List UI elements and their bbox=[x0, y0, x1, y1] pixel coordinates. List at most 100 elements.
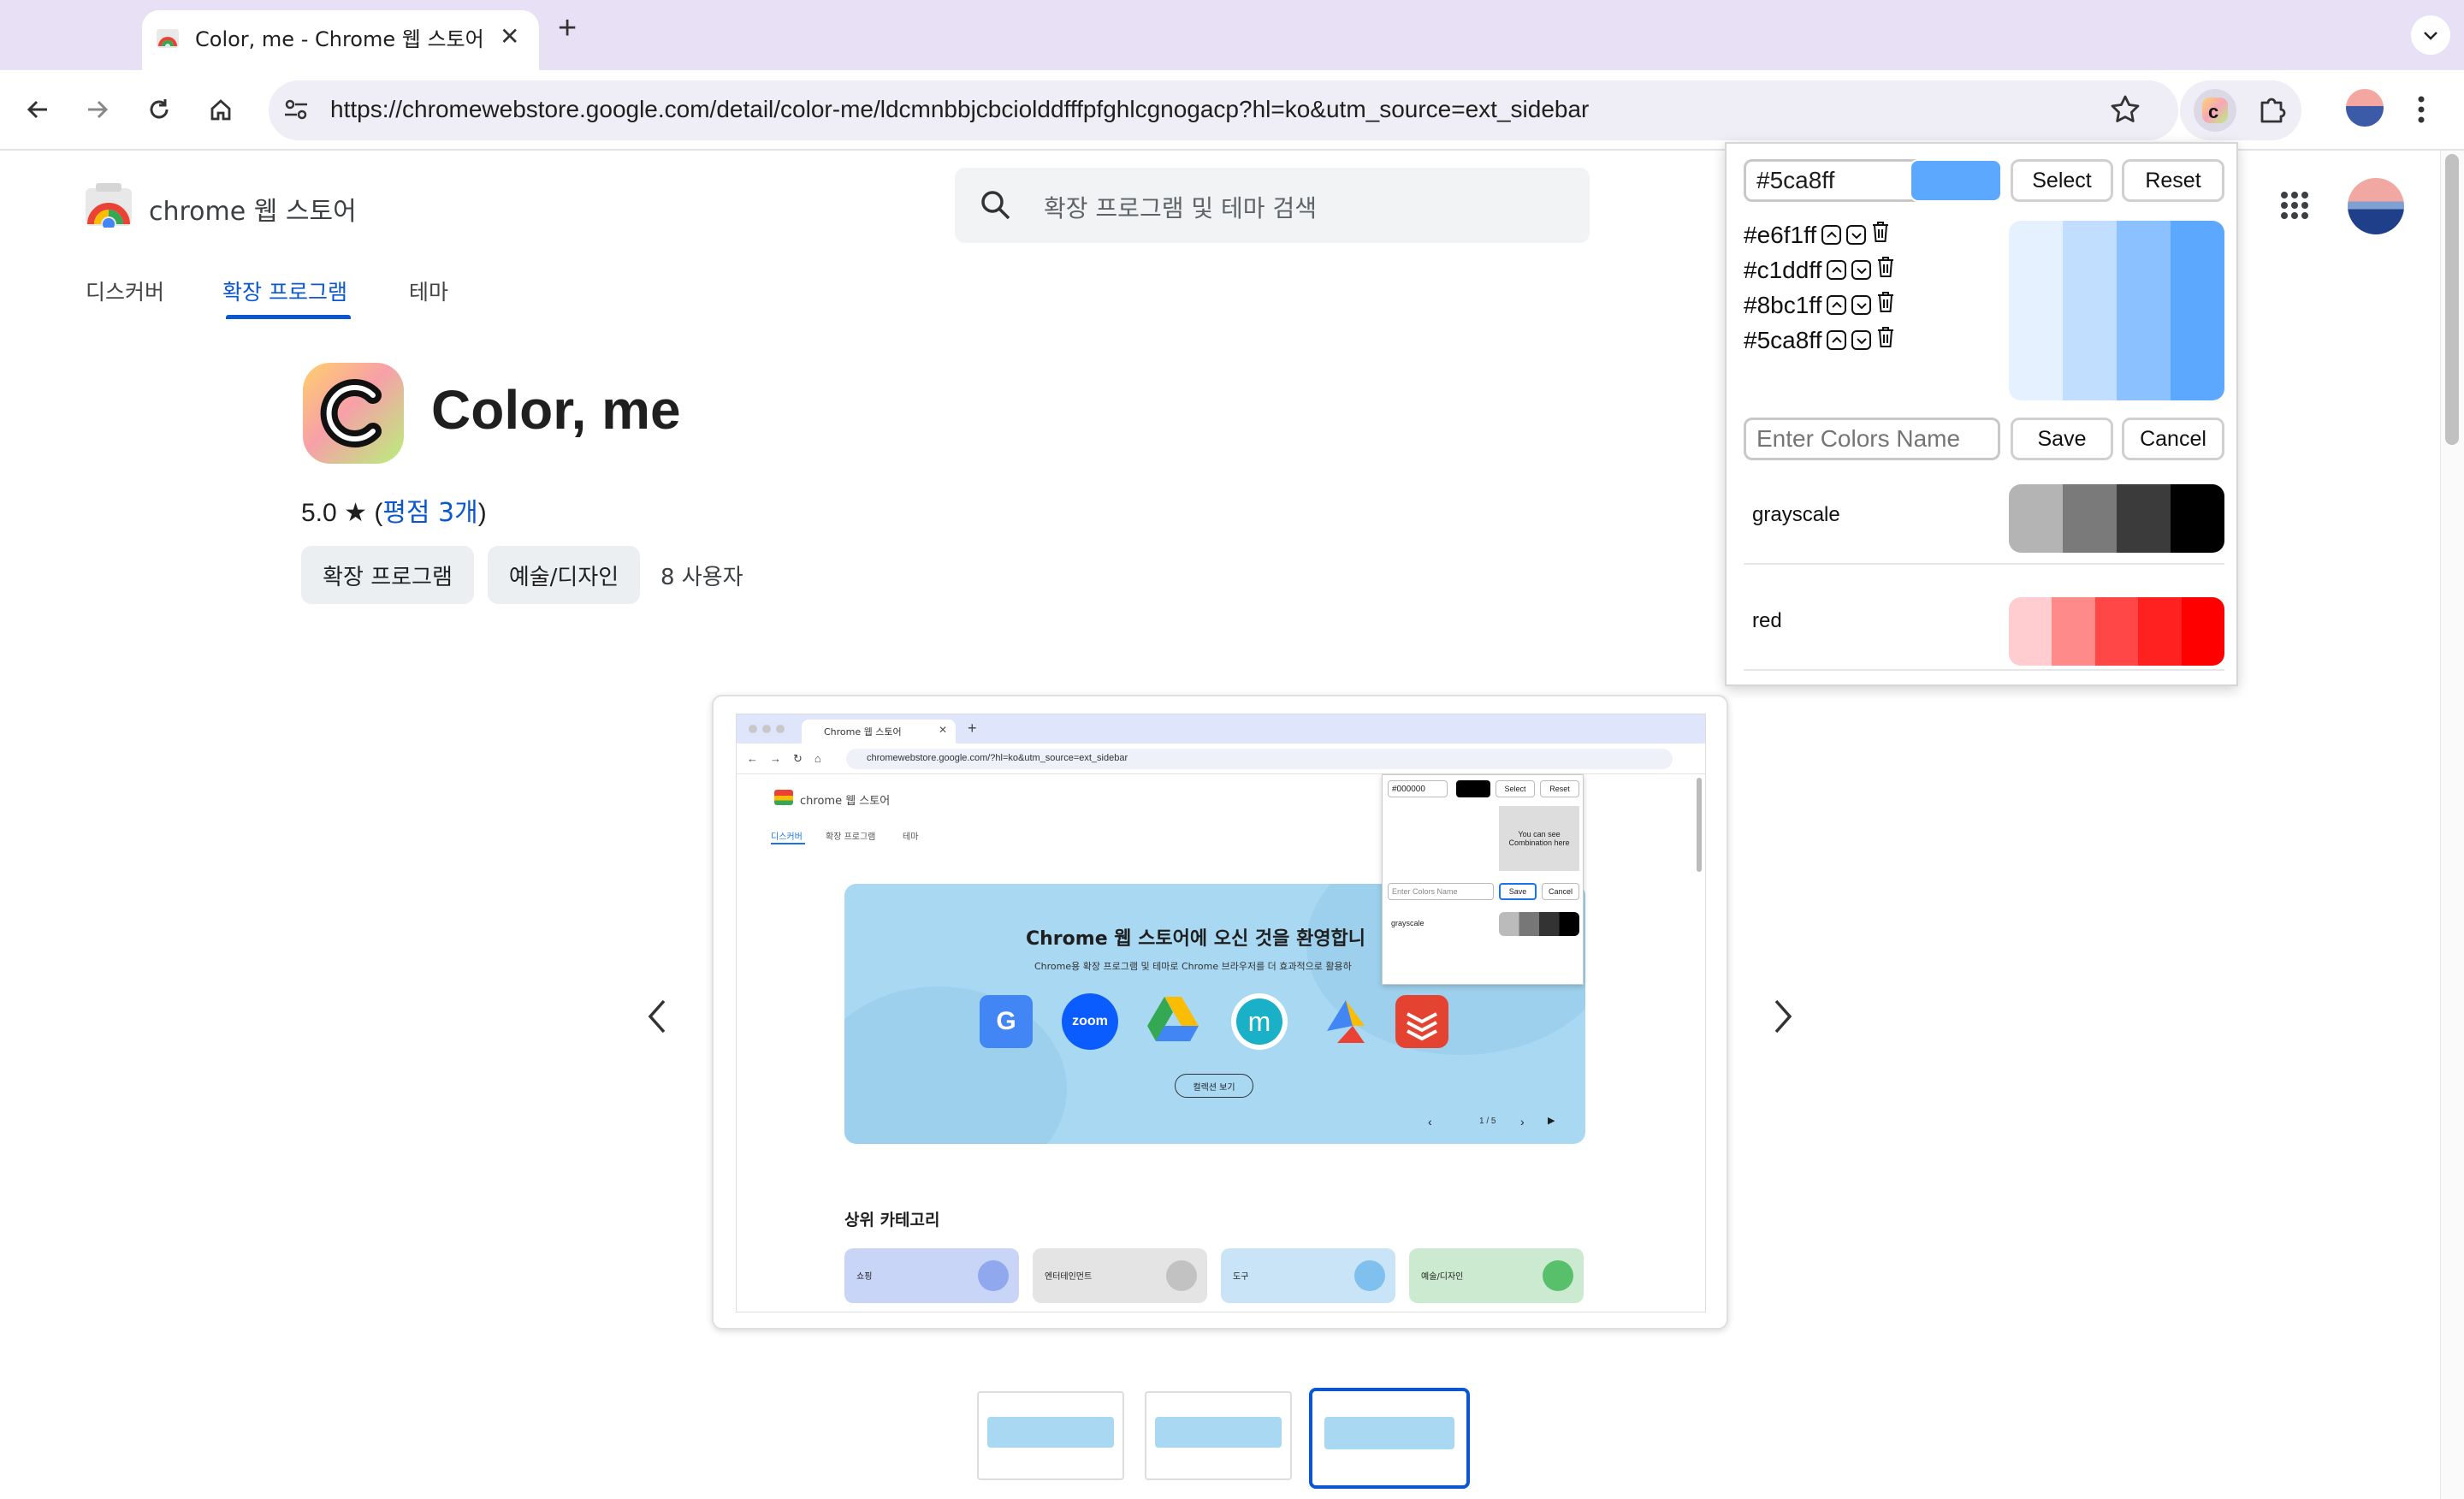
store-search-bar[interactable]: 확장 프로그램 및 테마 검색 bbox=[955, 168, 1590, 243]
select-button[interactable]: Select bbox=[2011, 159, 2113, 202]
color-swatch bbox=[2171, 484, 2224, 553]
cancel-button[interactable]: Cancel bbox=[2122, 418, 2224, 460]
palette-name-placeholder: Enter Colors Name bbox=[1756, 425, 1961, 452]
color-hex: #5ca8ff bbox=[1744, 326, 1822, 353]
browser-menu-icon[interactable] bbox=[2414, 92, 2428, 131]
home-icon[interactable] bbox=[195, 84, 246, 135]
move-down-icon[interactable] bbox=[1851, 330, 1872, 350]
nav-themes[interactable]: 테마 bbox=[409, 276, 448, 306]
color-hex: #e6f1ff bbox=[1744, 221, 1817, 248]
shot-hero-subtitle: Chrome용 확장 프로그램 및 테마로 Chrome 브라우저를 더 효과적… bbox=[1034, 961, 1352, 972]
carousel-prev-icon[interactable] bbox=[643, 998, 672, 1040]
color-picker-swatch[interactable] bbox=[1910, 159, 2002, 202]
shot-app-bird-icon bbox=[1320, 997, 1371, 1051]
store-favicon-icon bbox=[156, 26, 180, 54]
rating-line: 5.0 ★ (평점 3개) bbox=[301, 491, 487, 529]
shot-popup-select: Select bbox=[1496, 780, 1535, 797]
forward-icon[interactable] bbox=[72, 84, 123, 135]
ratings-count-link[interactable]: 평점 3개 bbox=[382, 498, 477, 528]
color-row: #8bc1ff bbox=[1744, 287, 1966, 323]
search-placeholder: 확장 프로그램 및 테마 검색 bbox=[1044, 194, 1317, 222]
color-swatch bbox=[2009, 221, 2063, 400]
shot-popup-save-text: Save bbox=[1508, 887, 1527, 896]
color-hex: #8bc1ff bbox=[1744, 291, 1822, 318]
shot-app-translate-icon: G bbox=[980, 995, 1033, 1048]
move-up-icon[interactable] bbox=[1827, 295, 1847, 315]
palette-name-input[interactable]: Enter Colors Name bbox=[1744, 418, 2000, 460]
store-logo-icon[interactable] bbox=[84, 183, 133, 232]
shot-popup-hint-text: You can see Combination here bbox=[1508, 830, 1570, 847]
shot-nav-indicator bbox=[771, 843, 805, 844]
shot-nav-themes: 테마 bbox=[903, 832, 919, 842]
tab-close-icon[interactable]: ✕ bbox=[500, 22, 519, 50]
apps-grid-icon[interactable] bbox=[2279, 190, 2310, 225]
delete-trash-icon[interactable] bbox=[1876, 326, 1895, 354]
move-down-icon[interactable] bbox=[1851, 260, 1872, 280]
move-down-icon[interactable] bbox=[1851, 295, 1872, 315]
bookmark-star-icon[interactable] bbox=[2108, 92, 2142, 131]
url-text[interactable]: https://chromewebstore.google.com/detail… bbox=[330, 96, 1589, 123]
save-button[interactable]: Save bbox=[2011, 418, 2113, 460]
page-scrollbar-thumb[interactable] bbox=[2445, 154, 2459, 445]
delete-trash-icon[interactable] bbox=[1876, 256, 1895, 284]
saved-palette-row[interactable]: red bbox=[1744, 566, 2224, 671]
shot-nav-extensions: 확장 프로그램 bbox=[826, 832, 876, 842]
carousel-thumb-2[interactable] bbox=[1145, 1391, 1292, 1480]
screenshot-card[interactable]: Chrome 웹 스토어 ✕ + ←→↻⌂ chromewebstore.goo… bbox=[712, 695, 1728, 1330]
category-chip-extension[interactable]: 확장 프로그램 bbox=[301, 546, 474, 604]
account-avatar[interactable] bbox=[2348, 178, 2404, 234]
move-up-icon[interactable] bbox=[1821, 225, 1842, 245]
back-icon[interactable] bbox=[12, 84, 63, 135]
shot-category-entertainment: 엔터테인먼트 bbox=[1033, 1248, 1207, 1303]
delete-trash-icon[interactable] bbox=[1871, 221, 1890, 249]
browser-tab[interactable]: Color, me - Chrome 웹 스토어 ✕ bbox=[142, 10, 539, 72]
carousel-thumb-3-active[interactable] bbox=[1309, 1388, 1470, 1489]
shot-category-label: 쇼핑 bbox=[856, 1272, 873, 1282]
palette-swatches[interactable] bbox=[2009, 484, 2224, 553]
extensions-puzzle-icon[interactable] bbox=[2255, 92, 2289, 131]
category-chip-art-design[interactable]: 예술/디자인 bbox=[488, 546, 640, 604]
palette-swatches[interactable] bbox=[2009, 597, 2224, 666]
profile-avatar[interactable] bbox=[2346, 89, 2384, 127]
shot-category-art: 예술/디자인 bbox=[1409, 1248, 1584, 1303]
reload-icon[interactable] bbox=[133, 84, 185, 135]
colorme-extension-icon[interactable]: c bbox=[2194, 89, 2236, 132]
move-up-icon[interactable] bbox=[1827, 330, 1847, 350]
shot-omnibox: chromewebstore.google.com/?hl=ko&utm_sou… bbox=[846, 749, 1673, 769]
shot-nav-icons: ←→↻⌂ bbox=[747, 752, 833, 765]
shot-category-icon bbox=[1166, 1260, 1197, 1291]
shot-category-icon bbox=[978, 1260, 1009, 1291]
shot-popup-reset-text: Reset bbox=[1549, 785, 1570, 793]
nav-discover[interactable]: 디스커버 bbox=[86, 276, 164, 306]
move-up-icon[interactable] bbox=[1827, 260, 1847, 280]
shot-window: Chrome 웹 스토어 ✕ + ←→↻⌂ chromewebstore.goo… bbox=[736, 714, 1706, 1312]
site-info-icon[interactable] bbox=[281, 94, 315, 128]
shot-popup-swatch bbox=[1456, 780, 1490, 797]
address-bar[interactable]: https://chromewebstore.google.com/detail… bbox=[269, 80, 2178, 140]
ratings-open-paren: ( bbox=[374, 499, 383, 527]
shot-popup-hint: You can see Combination here bbox=[1499, 806, 1579, 871]
shot-pager-prev-icon: ‹ bbox=[1428, 1115, 1432, 1129]
color-swatch bbox=[2063, 221, 2117, 400]
saved-palette-row[interactable]: grayscale bbox=[1744, 477, 2224, 565]
carousel-thumb-1[interactable] bbox=[977, 1391, 1124, 1480]
store-logo-text[interactable]: chrome 웹 스토어 bbox=[149, 190, 357, 228]
shot-popup-name-text: Enter Colors Name bbox=[1392, 887, 1458, 896]
shot-popup-name-input: Enter Colors Name bbox=[1388, 883, 1494, 900]
reset-button[interactable]: Reset bbox=[2122, 159, 2224, 202]
shot-app-m-icon: m bbox=[1231, 993, 1288, 1050]
move-down-icon[interactable] bbox=[1846, 225, 1867, 245]
shot-app-zoom-icon: zoom bbox=[1062, 993, 1118, 1050]
carousel-next-icon[interactable] bbox=[1768, 998, 1797, 1040]
shot-category-shopping: 쇼핑 bbox=[844, 1248, 1019, 1303]
rating-value: 5.0 bbox=[301, 499, 337, 527]
nav-extensions[interactable]: 확장 프로그램 bbox=[222, 276, 347, 306]
delete-trash-icon[interactable] bbox=[1876, 291, 1895, 319]
shot-tab: Chrome 웹 스토어 ✕ bbox=[802, 720, 956, 744]
tab-search-chevron-icon[interactable] bbox=[2411, 15, 2450, 55]
shot-popup-save: Save bbox=[1499, 883, 1537, 900]
shot-popup-cancel: Cancel bbox=[1542, 883, 1579, 900]
new-tab-icon[interactable]: + bbox=[558, 12, 577, 44]
palette-name: grayscale bbox=[1752, 503, 1840, 526]
shot-popup-hex-text: #000000 bbox=[1392, 785, 1425, 794]
